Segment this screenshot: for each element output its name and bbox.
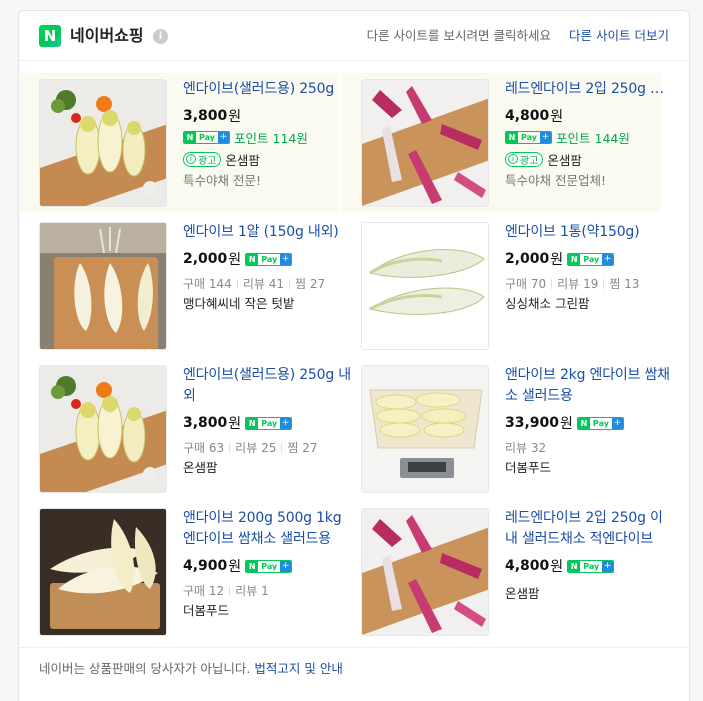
product-image-red-endive[interactable]: [361, 508, 489, 636]
product-price: 3,800: [183, 108, 228, 124]
info-icon: i: [186, 154, 196, 164]
product-image-endive-single[interactable]: [361, 222, 489, 350]
point-reward: 포인트 114원: [234, 130, 308, 146]
ad-badge[interactable]: i 광고: [183, 151, 222, 167]
footer: 네이버는 상품판매의 당사자가 아닙니다. 법적고지 및 안내: [19, 647, 689, 691]
legal-notice-link[interactable]: 법적고지 및 안내: [254, 661, 342, 676]
product-stats: 리뷰 32: [505, 441, 547, 455]
product-item-0[interactable]: 엔다이브(샐러드용) 250g 3,800 원 N Pay + 포인트 114원 i광…: [19, 73, 339, 213]
price-unit: 원: [228, 109, 242, 125]
seller-name[interactable]: 싱싱채소 그린팜: [505, 295, 673, 313]
product-title[interactable]: 레드엔다이브 2입 250g 내외: [505, 79, 673, 100]
product-title[interactable]: 엔다이브(샐러드용) 250g 내외: [183, 365, 351, 407]
product-price: 2,000: [505, 251, 550, 267]
npay-badge-icon: N Pay +: [245, 252, 293, 266]
product-stats: 구매 144 리뷰 41 찜 27: [183, 277, 326, 291]
more-sites-link[interactable]: 다른 사이트 더보기: [569, 28, 669, 44]
product-price: 4,800: [505, 108, 550, 124]
seller-description: 특수야채 전문업체!: [505, 173, 606, 188]
product-image-endive-board[interactable]: [39, 365, 167, 493]
product-item-1[interactable]: 레드엔다이브 2입 250g 내외 4,800 원 N Pay + 포인트 144원 …: [341, 73, 673, 213]
info-icon: i: [508, 154, 518, 164]
info-icon[interactable]: i: [153, 29, 168, 44]
product-title[interactable]: 엔다이브 1통(약150g): [505, 222, 673, 243]
product-stats: 구매 70 리뷰 19 찜 13: [505, 277, 640, 291]
price-unit: 원: [550, 252, 564, 268]
product-item-2[interactable]: 엔다이브 1알 (150g 내외) 2,000 원 N Pay + 구매 144 리뷰 …: [19, 216, 339, 356]
naver-shopping-logo-icon: N: [39, 25, 61, 47]
seller-name[interactable]: 맹다혜씨네 작은 텃밭: [183, 295, 351, 313]
seller-name[interactable]: 온샘팜: [505, 585, 673, 603]
price-unit: 원: [228, 252, 242, 268]
product-image-red-endive[interactable]: [361, 79, 489, 207]
product-item-5[interactable]: 앤다이브 2kg 엔다이브 쌈채소 샐러드용 33,900 원 N Pay + 리뷰 …: [341, 359, 670, 499]
price-unit: 원: [550, 109, 564, 125]
product-stats: 구매 63 리뷰 25 찜 27: [183, 441, 318, 455]
seller-name[interactable]: 더봄푸드: [505, 459, 673, 477]
ad-badge[interactable]: i 광고: [505, 151, 544, 167]
product-price: 4,900: [183, 558, 228, 574]
product-image-endive-leaves[interactable]: [39, 222, 167, 350]
seller-name[interactable]: 온샘팜: [225, 150, 260, 169]
product-item-3[interactable]: 엔다이브 1통(약150g) 2,000 원 N Pay + 구매 70 리뷰 19 찜 …: [341, 216, 661, 356]
product-price: 4,800: [505, 558, 550, 574]
npay-badge-icon: N Pay +: [576, 416, 624, 430]
price-unit: 원: [228, 559, 242, 575]
npay-badge-icon: N Pay +: [567, 252, 615, 266]
seller-name[interactable]: 온샘팜: [183, 459, 351, 477]
product-title[interactable]: 앤다이브 2kg 엔다이브 쌈채소 샐러드용: [505, 365, 673, 407]
product-price: 2,000: [183, 251, 228, 267]
product-price: 3,800: [183, 415, 228, 431]
product-item-6[interactable]: 앤다이브 200g 500g 1kg 엔다이브 쌈채소 샐러드용 4,900 원 …: [19, 502, 342, 642]
product-item-4[interactable]: 엔다이브(샐러드용) 250g 내외 3,800 원 N Pay + 구매 63 리뷰 …: [19, 359, 351, 499]
product-stats: 구매 12 리뷰 1: [183, 584, 269, 598]
npay-badge-icon: N Pay +: [567, 559, 615, 573]
price-unit: 원: [228, 416, 242, 432]
npay-badge-icon: N Pay +: [183, 130, 231, 144]
product-item-7[interactable]: 레드엔다이브 2입 250g 이내 샐러드채소 적엔다이브 4,800 원 N Pa…: [341, 502, 663, 642]
seller-description: 특수야채 전문!: [183, 173, 261, 188]
npay-badge-icon: N Pay +: [505, 130, 553, 144]
point-reward: 포인트 144원: [556, 130, 630, 146]
product-title[interactable]: 앤다이브 200g 500g 1kg 엔다이브 쌈채소 샐러드용: [183, 508, 351, 550]
product-image-endive-basket[interactable]: [361, 365, 489, 493]
price-unit: 원: [550, 559, 564, 575]
footer-disclaimer: 네이버는 상품판매의 당사자가 아닙니다.: [39, 661, 251, 676]
card-header: N 네이버쇼핑 i 다른 사이트를 보시려면 클릭하세요 다른 사이트 더보기: [19, 11, 689, 61]
npay-badge-icon: N Pay +: [245, 559, 293, 573]
product-title[interactable]: 엔다이브(샐러드용) 250g: [183, 79, 351, 100]
card-title[interactable]: 네이버쇼핑: [70, 25, 144, 47]
price-unit: 원: [560, 416, 573, 432]
product-title[interactable]: 레드엔다이브 2입 250g 이내 샐러드채소 적엔다이브: [505, 508, 673, 550]
npay-badge-icon: N Pay +: [245, 416, 293, 430]
product-image-endive-board[interactable]: [39, 79, 167, 207]
seller-name[interactable]: 온샘팜: [547, 150, 582, 169]
header-hint: 다른 사이트를 보시려면 클릭하세요: [366, 28, 551, 43]
product-image-endive-dark[interactable]: [39, 508, 167, 636]
seller-name[interactable]: 더봄푸드: [183, 602, 351, 620]
shopping-card: N 네이버쇼핑 i 다른 사이트를 보시려면 클릭하세요 다른 사이트 더보기: [18, 10, 690, 701]
product-title[interactable]: 엔다이브 1알 (150g 내외): [183, 222, 351, 243]
product-price: 33,900: [505, 415, 560, 431]
